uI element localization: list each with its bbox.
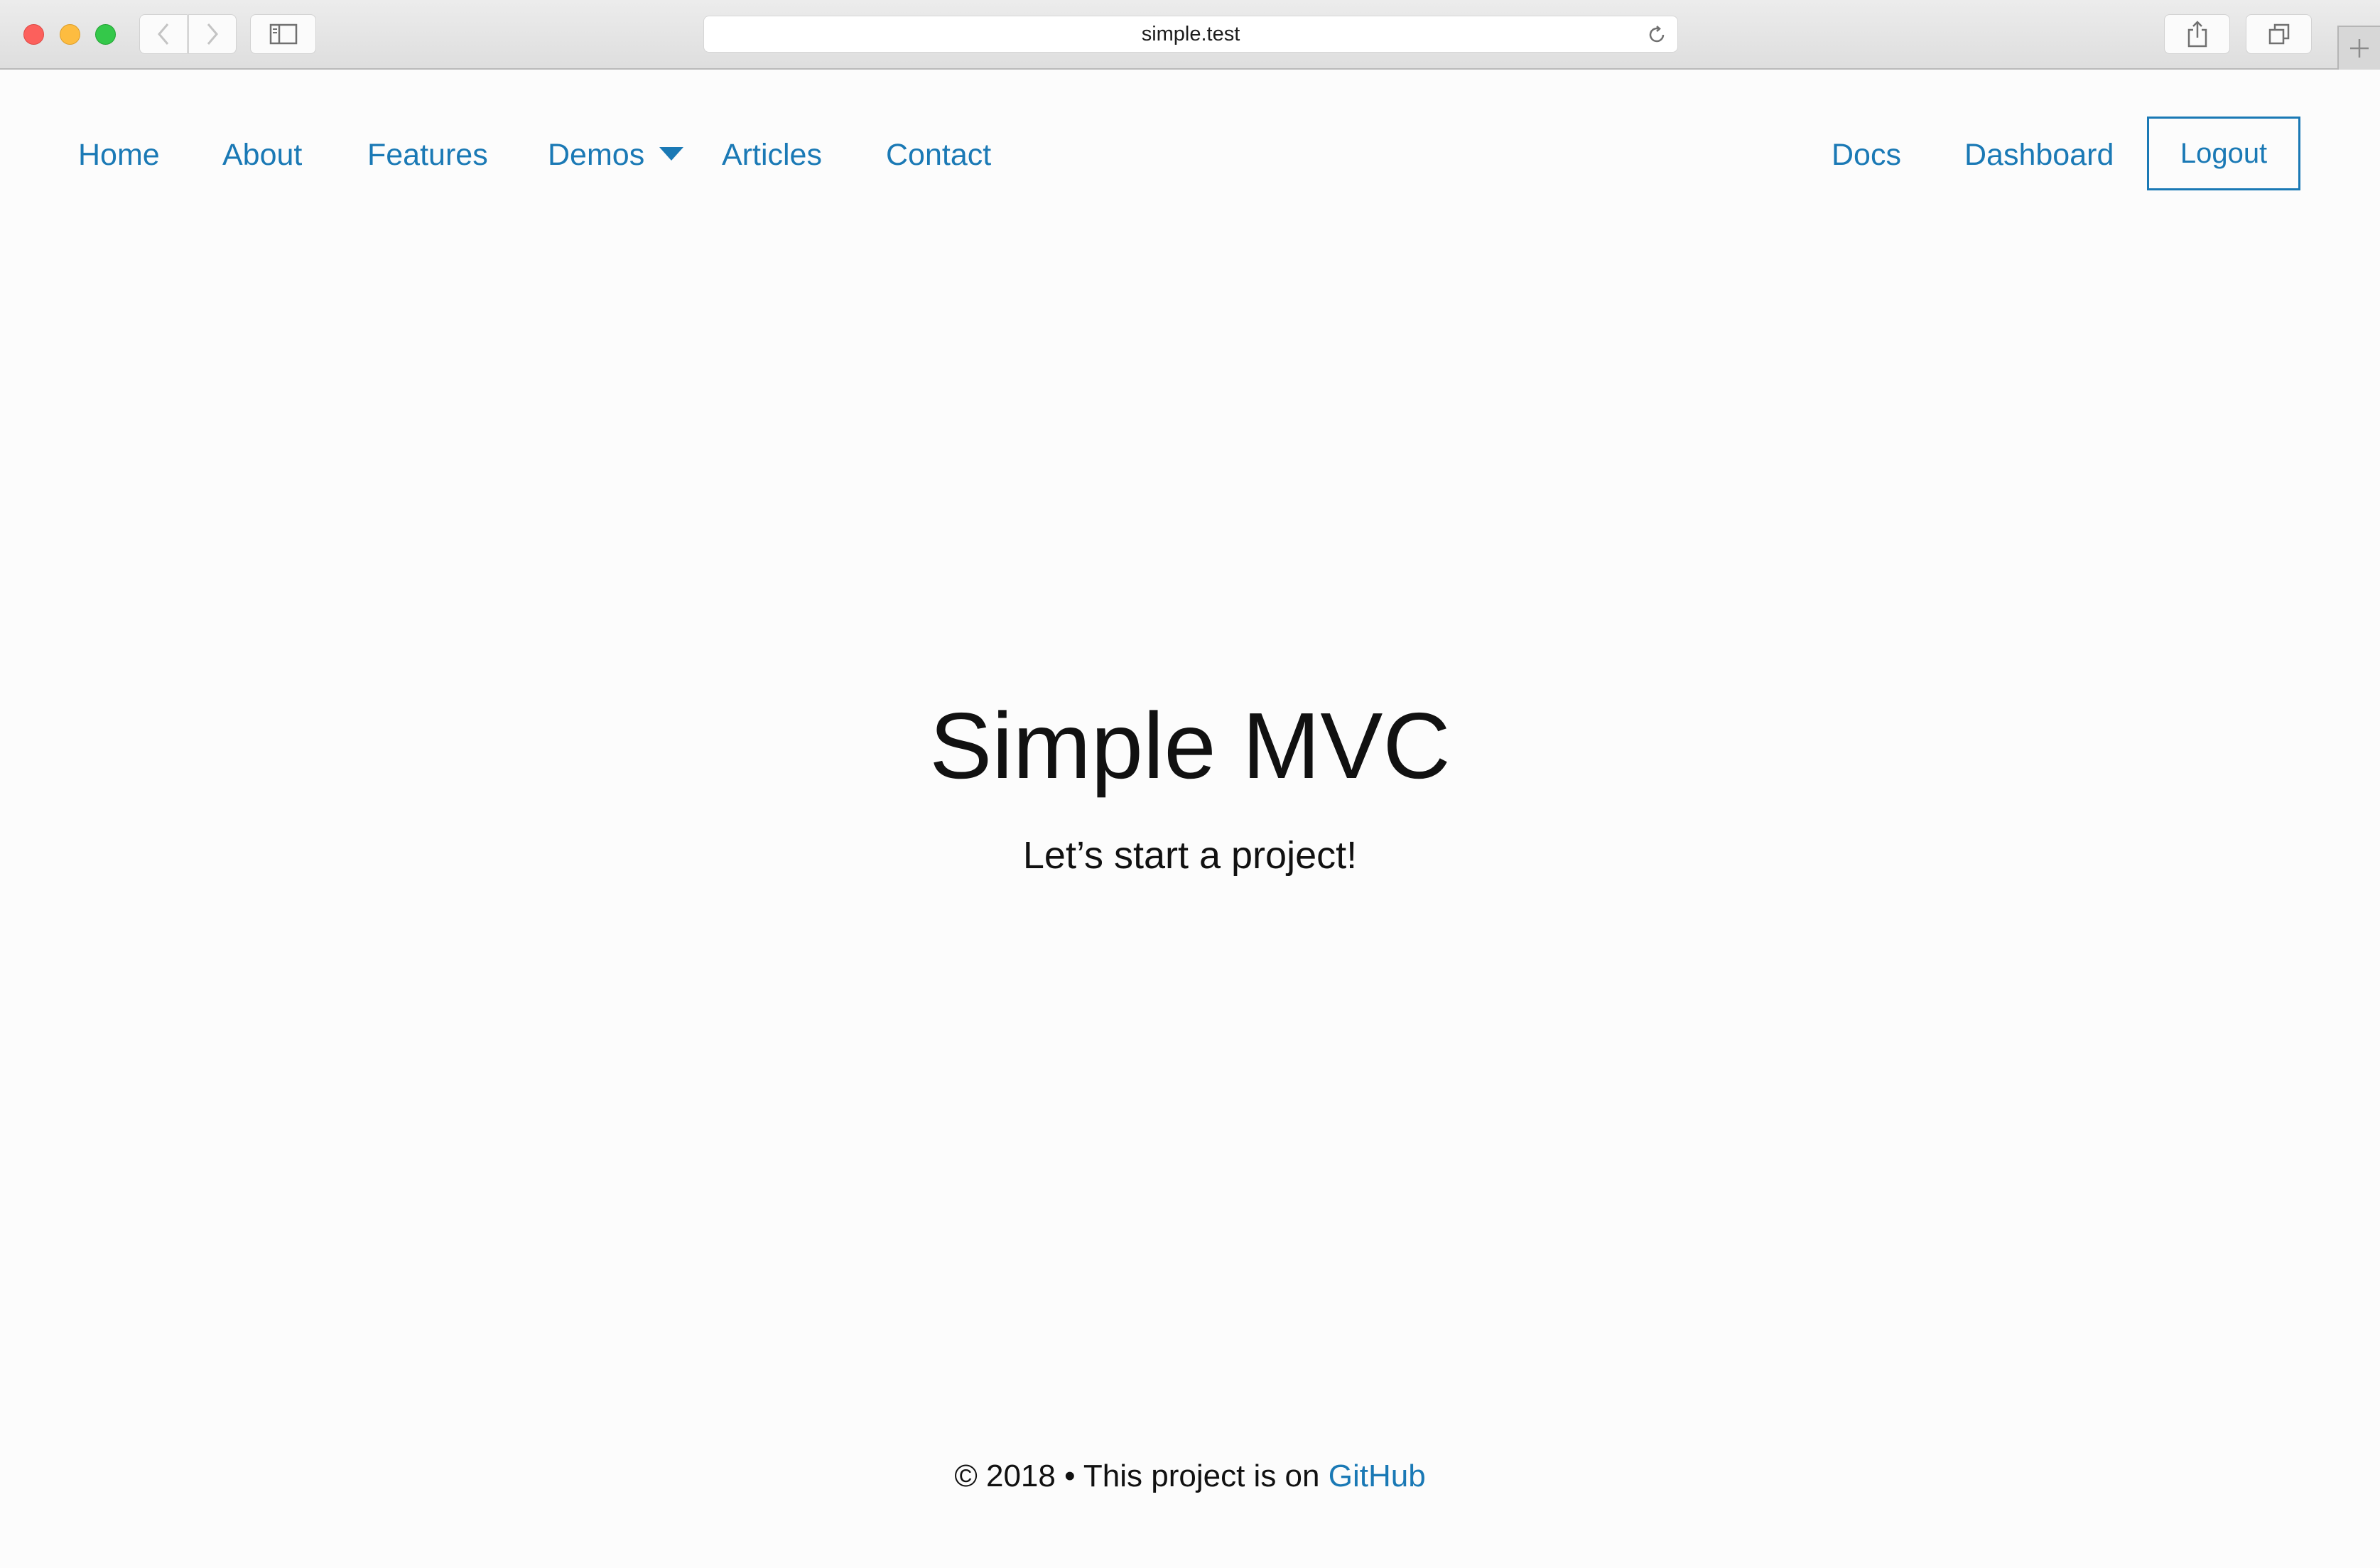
nav-dashboard-link[interactable]: Dashboard bbox=[1964, 134, 2114, 176]
minimize-window-button[interactable] bbox=[60, 24, 80, 45]
maximize-window-button[interactable] bbox=[95, 24, 116, 45]
footer-text: © 2018 • This project is on bbox=[954, 1459, 1329, 1493]
sidebar-icon bbox=[269, 23, 297, 45]
nav-demos-dropdown[interactable]: Demos bbox=[548, 134, 644, 176]
close-window-button[interactable] bbox=[23, 24, 44, 45]
github-link[interactable]: GitHub bbox=[1329, 1459, 1426, 1493]
url-text: simple.test bbox=[1141, 22, 1240, 45]
tabs-icon bbox=[2268, 23, 2289, 45]
footer: © 2018 • This project is on GitHub bbox=[0, 1455, 2380, 1498]
page-subtitle: Let’s start a project! bbox=[1022, 834, 1358, 877]
back-button[interactable] bbox=[139, 14, 188, 54]
nav-articles-link[interactable]: Articles bbox=[722, 134, 822, 176]
show-tabs-button[interactable] bbox=[2246, 14, 2312, 54]
chevron-left-icon bbox=[158, 23, 169, 45]
browser-toolbar: simple.test bbox=[0, 0, 2380, 70]
logout-button[interactable]: Logout bbox=[2147, 117, 2300, 190]
nav-contact-link[interactable]: Contact bbox=[886, 134, 991, 176]
sidebar-toggle-button[interactable] bbox=[250, 14, 316, 54]
caret-down-icon[interactable] bbox=[659, 147, 683, 161]
nav-home-link[interactable]: Home bbox=[78, 134, 160, 176]
chevron-right-icon bbox=[207, 23, 218, 45]
share-icon bbox=[2187, 21, 2207, 48]
nav-docs-link[interactable]: Docs bbox=[1832, 134, 1901, 176]
reload-icon[interactable] bbox=[1646, 24, 1667, 45]
nav-about-link[interactable]: About bbox=[222, 134, 302, 176]
address-bar[interactable]: simple.test bbox=[703, 16, 1678, 53]
plus-icon bbox=[2350, 39, 2369, 58]
new-tab-button[interactable] bbox=[2337, 26, 2380, 70]
forward-button[interactable] bbox=[188, 14, 237, 54]
share-button[interactable] bbox=[2164, 14, 2230, 54]
page-title: Simple MVC bbox=[929, 693, 1451, 798]
nav-features-link[interactable]: Features bbox=[367, 134, 488, 176]
